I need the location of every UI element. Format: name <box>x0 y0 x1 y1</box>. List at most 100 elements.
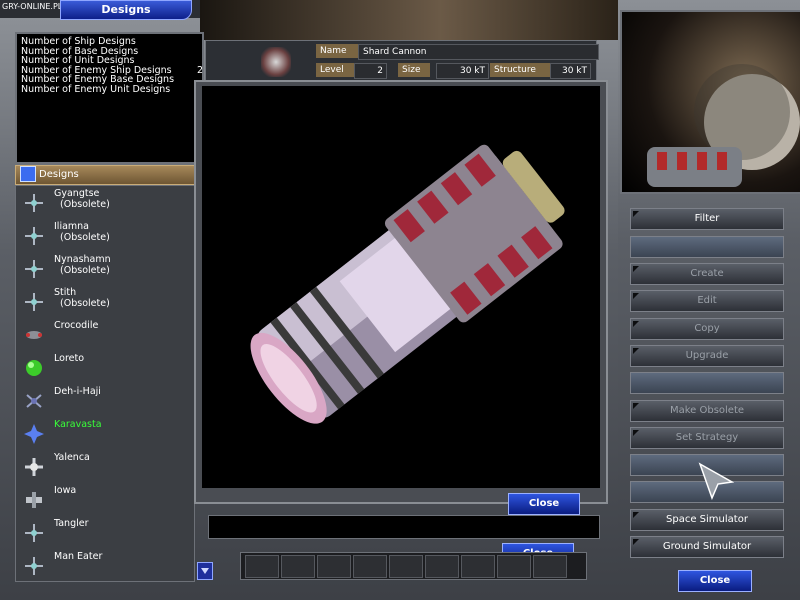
name-value: Shard Cannon <box>358 44 599 60</box>
upgrade-label: Upgrade <box>685 350 729 361</box>
set-strategy-label: Set Strategy <box>675 432 739 443</box>
ship-thumbnail <box>261 47 291 77</box>
edit-label: Edit <box>697 295 717 306</box>
list-item[interactable]: Yalenca <box>16 450 194 483</box>
design-info-panel: Name Shard Cannon Level 2 Size 30 kT Str… <box>205 40 599 82</box>
list-item[interactable]: Iowa <box>16 483 194 516</box>
design-name: Man Eater <box>54 551 103 562</box>
stats-panel: Number of Ship Designs Number of Base De… <box>15 32 204 164</box>
star-ship-icon <box>24 424 44 444</box>
component-slot[interactable] <box>317 555 351 578</box>
corner-notch-icon <box>633 348 639 354</box>
design-name: Crocodile <box>54 320 99 331</box>
planet-station-illustration <box>647 64 800 187</box>
structure-label: Structure <box>490 63 550 77</box>
viewer-close-button[interactable]: Close <box>508 493 580 515</box>
center-lower-panel <box>208 515 600 539</box>
design-status: (Obsolete) <box>60 232 110 243</box>
green-orb-icon <box>26 360 42 376</box>
corner-notch-icon <box>633 266 639 272</box>
make-obsolete-button[interactable]: Make Obsolete <box>630 400 784 422</box>
design-status: (Obsolete) <box>60 298 110 309</box>
component-slot[interactable] <box>389 555 423 578</box>
list-item[interactable]: Iliamna (Obsolete) <box>16 219 194 252</box>
component-slot[interactable] <box>425 555 459 578</box>
list-item[interactable]: Tangler <box>16 516 194 549</box>
corner-notch-icon <box>633 539 639 545</box>
designs-icon <box>20 166 36 182</box>
watermark: GRY-ONLINE.PL <box>2 2 63 11</box>
list-item[interactable]: Karavasta <box>16 417 194 450</box>
space-simulator-label: Space Simulator <box>666 514 748 525</box>
design-name: Gyangtse <box>54 188 100 199</box>
window-title: Designs <box>60 0 192 20</box>
structure-value: 30 kT <box>550 63 591 79</box>
component-slot[interactable] <box>353 555 387 578</box>
blank-slot-2 <box>630 372 784 394</box>
chevron-down-icon <box>201 568 209 574</box>
name-label: Name <box>316 44 358 58</box>
space-simulator-button[interactable]: Space Simulator <box>630 509 784 531</box>
cross-ship-icon <box>25 194 43 212</box>
corner-notch-icon <box>633 321 639 327</box>
insect-ship-icon <box>26 394 42 408</box>
shard-cannon-model <box>250 144 565 424</box>
ship-preview-image <box>620 10 800 194</box>
design-name: Iliamna <box>54 221 89 232</box>
design-name: Nynashamn <box>54 254 111 265</box>
filter-label: Filter <box>694 213 720 224</box>
copy-label: Copy <box>694 323 720 334</box>
cross-ship-icon <box>25 458 43 476</box>
size-label: Size <box>398 63 430 77</box>
stat-value-partial: 2 <box>197 65 204 76</box>
list-item[interactable]: Loreto <box>16 351 194 384</box>
create-label: Create <box>690 268 724 279</box>
design-name: Loreto <box>54 353 85 364</box>
cross-ship-icon <box>25 557 43 575</box>
designs-header-label: Designs <box>39 169 79 180</box>
ship-viewer-window: Close <box>194 80 608 515</box>
upgrade-button[interactable]: Upgrade <box>630 345 784 367</box>
component-slot[interactable] <box>497 555 531 578</box>
design-status: (Obsolete) <box>60 199 110 210</box>
edit-button[interactable]: Edit <box>630 290 784 312</box>
component-slot[interactable] <box>281 555 315 578</box>
scroll-down-button[interactable] <box>197 562 213 580</box>
component-slot[interactable] <box>245 555 279 578</box>
cross-ship-icon <box>25 293 43 311</box>
component-slots-bar <box>240 552 587 580</box>
list-item[interactable]: Crocodile <box>16 318 194 351</box>
design-name: Deh-i-Haji <box>54 386 101 397</box>
cross-ship-icon <box>25 524 43 542</box>
design-name-selected: Karavasta <box>54 419 102 430</box>
component-slot[interactable] <box>461 555 495 578</box>
design-name: Iowa <box>54 485 77 496</box>
set-strategy-button[interactable]: Set Strategy <box>630 427 784 449</box>
ship-model-viewport[interactable] <box>202 86 600 488</box>
corner-notch-icon <box>633 430 639 436</box>
component-slot[interactable] <box>533 555 567 578</box>
designs-list: Gyangtse (Obsolete) Iliamna (Obsolete) N… <box>15 185 195 582</box>
list-item[interactable]: Gyangtse (Obsolete) <box>16 186 194 219</box>
corner-notch-icon <box>633 211 639 217</box>
list-item[interactable]: Stith (Obsolete) <box>16 285 194 318</box>
list-item[interactable]: Nynashamn (Obsolete) <box>16 252 194 285</box>
designs-header: Designs <box>15 165 199 185</box>
copy-button[interactable]: Copy <box>630 318 784 340</box>
ground-simulator-label: Ground Simulator <box>662 541 752 552</box>
design-name: Yalenca <box>54 452 90 463</box>
filter-button[interactable]: Filter <box>630 208 784 230</box>
corner-notch-icon <box>633 512 639 518</box>
list-item[interactable]: Man Eater <box>16 549 194 582</box>
corner-notch-icon <box>633 293 639 299</box>
blank-slot-1 <box>630 236 784 258</box>
main-close-button[interactable]: Close <box>678 570 752 592</box>
create-button[interactable]: Create <box>630 263 784 285</box>
size-value: 30 kT <box>436 63 489 79</box>
ground-simulator-button[interactable]: Ground Simulator <box>630 536 784 558</box>
level-value: 2 <box>354 63 387 79</box>
make-obsolete-label: Make Obsolete <box>669 405 745 416</box>
design-name: Stith <box>54 287 77 298</box>
stat-enemy-unit-designs: Number of Enemy Unit Designs <box>21 83 171 95</box>
list-item[interactable]: Deh-i-Haji <box>16 384 194 417</box>
